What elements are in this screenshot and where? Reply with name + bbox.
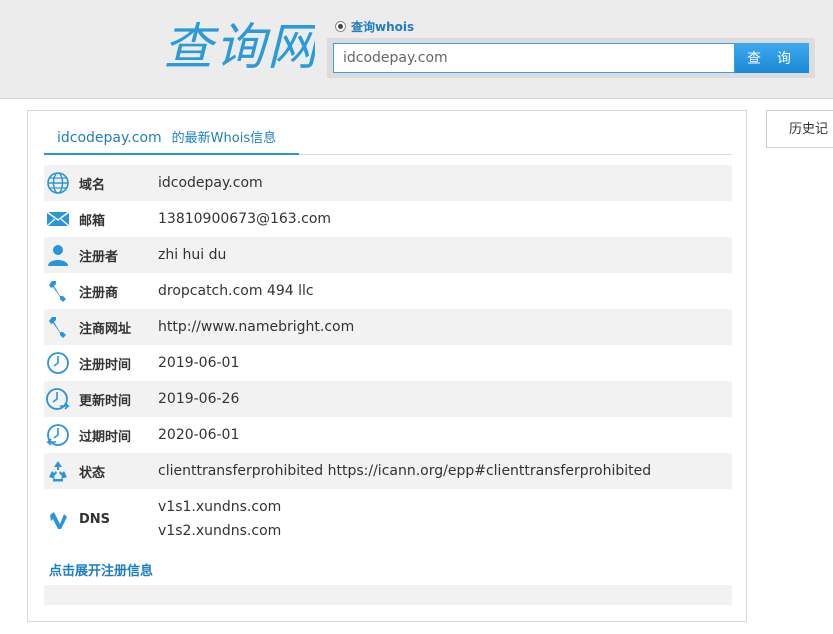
dns-values: v1s1.xundns.com v1s2.xundns.com [158, 495, 281, 543]
dns-icon [50, 512, 67, 529]
expand-registration-link[interactable]: 点击展开注册信息 [49, 560, 153, 579]
row-label: 注册时间 [79, 357, 132, 373]
row-registrar-url: 注商网址 http://www.namebright.com [44, 309, 732, 345]
panel-header: idcodepay.com 的最新Whois信息 [44, 127, 732, 155]
row-value: http://www.namebright.com [158, 319, 355, 335]
search-input[interactable]: idcodepay.com [333, 43, 735, 73]
globe-icon [47, 172, 69, 194]
title-domain: idcodepay.com [57, 130, 162, 146]
row-value: 2019-06-01 [158, 355, 240, 371]
whois-info-list: 域名 idcodepay.com 邮箱 13810900673@163.com … [44, 165, 732, 549]
title-suffix: 的最新Whois信息 [171, 131, 277, 146]
clock-icon [47, 352, 69, 374]
whois-radio-option[interactable]: 查询whois [335, 18, 414, 35]
row-label: 域名 [79, 177, 106, 193]
recycle-icon [49, 461, 67, 482]
row-value: 13810900673@163.com [158, 211, 332, 227]
row-domain: 域名 idcodepay.com [44, 165, 732, 201]
dns-server: v1s1.xundns.com [158, 499, 282, 515]
whois-radio-label: 查询whois [351, 20, 415, 34]
row-email: 邮箱 13810900673@163.com [44, 201, 732, 237]
history-tab[interactable]: 历史记 [766, 110, 833, 148]
search-button[interactable]: 查 询 [735, 43, 809, 73]
clock-expire-icon [46, 424, 69, 446]
row-value: clienttransferprohibited https://icann.o… [158, 463, 652, 479]
wrench-icon [49, 317, 66, 338]
clock-refresh-icon [46, 388, 70, 410]
row-label: DNS [79, 511, 111, 527]
whois-radio[interactable] [335, 21, 346, 32]
mail-icon [46, 211, 70, 227]
user-icon [48, 245, 68, 266]
row-label: 更新时间 [79, 393, 132, 409]
row-label: 注册商 [79, 285, 119, 301]
row-label: 注商网址 [79, 321, 132, 337]
row-value: zhi hui du [158, 247, 227, 263]
panel-footer-bar [44, 585, 732, 605]
row-value: idcodepay.com [158, 175, 263, 191]
whois-title-tab[interactable]: idcodepay.com 的最新Whois信息 [44, 127, 299, 155]
row-created: 注册时间 2019-06-01 [44, 345, 732, 381]
row-updated: 更新时间 2019-06-26 [44, 381, 732, 417]
wrench-icon [49, 281, 66, 302]
row-expires: 过期时间 2020-06-01 [44, 417, 732, 453]
row-status: 状态 clienttransferprohibited https://ican… [44, 453, 732, 489]
site-logo[interactable]: 查询网 [163, 14, 315, 76]
row-label: 状态 [79, 465, 106, 481]
search-bar: idcodepay.com 查 询 [327, 38, 815, 78]
row-value: 2019-06-26 [158, 391, 240, 407]
row-label: 注册者 [79, 249, 119, 265]
row-label: 邮箱 [79, 213, 106, 229]
row-value: 2020-06-01 [158, 427, 240, 443]
whois-panel: idcodepay.com 的最新Whois信息 域名 idcodepay.com… [27, 110, 747, 622]
dns-server: v1s2.xundns.com [158, 523, 282, 539]
row-label: 过期时间 [79, 429, 132, 445]
row-registrar: 注册商 dropcatch.com 494 llc [44, 273, 732, 309]
row-value: dropcatch.com 494 llc [158, 283, 314, 299]
row-dns: DNS v1s1.xundns.com v1s2.xundns.com [44, 489, 732, 549]
row-registrant: 注册者 zhi hui du [44, 237, 732, 273]
top-bar: 查询网 查询whois idcodepay.com 查 询 [0, 0, 833, 99]
logo-text: 查询网 [163, 18, 315, 76]
